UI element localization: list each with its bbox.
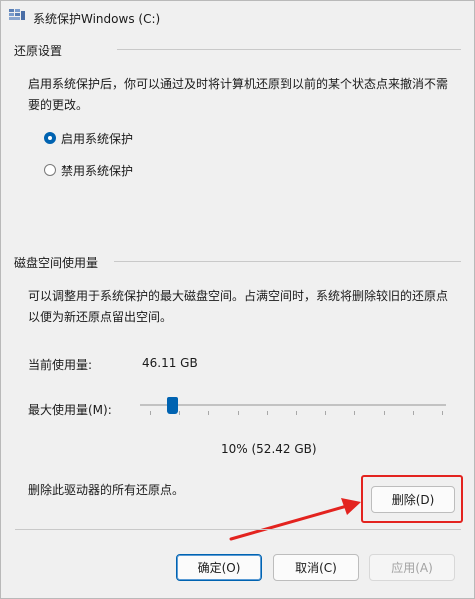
window-title: 系统保护Windows (C:) — [33, 12, 161, 26]
current-usage-value: 46.11 GB — [142, 356, 198, 370]
cancel-button[interactable]: 取消(C) — [273, 554, 359, 581]
disk-usage-description: 可以调整用于系统保护的最大磁盘空间。占满空间时，系统将删除较旧的还原点以便为新还… — [28, 289, 449, 324]
slider-tick — [208, 411, 210, 415]
section-divider — [117, 49, 461, 50]
slider-tick — [296, 411, 297, 415]
slider-thumb[interactable] — [166, 397, 178, 414]
max-usage-slider[interactable] — [139, 397, 447, 427]
annotation-arrow-icon — [229, 498, 361, 541]
slider-tick — [383, 411, 385, 415]
slider-track[interactable] — [140, 404, 446, 406]
disk-usage-heading: 磁盘空间使用量 — [14, 256, 99, 270]
section-divider — [114, 261, 461, 262]
max-usage-caption: 10% (52.42 GB) — [221, 442, 317, 456]
slider-tick — [412, 411, 414, 415]
slider-tick — [354, 411, 356, 415]
radio-label: 启用系统保护 — [61, 131, 134, 146]
delete-restore-points-text: 删除此驱动器的所有还原点。 — [28, 483, 185, 497]
slider-tick — [179, 411, 181, 415]
apply-button[interactable]: 应用(A) — [369, 554, 455, 581]
footer-divider — [15, 529, 461, 530]
slider-tick — [237, 411, 239, 415]
system-protection-icon — [9, 9, 25, 20]
current-usage-label: 当前使用量: — [28, 358, 93, 372]
restore-settings-description: 启用系统保护后，你可以通过及时将计算机还原到以前的某个状态点来撤消不需要的更改。 — [28, 77, 449, 112]
radio-button-checked[interactable] — [44, 132, 56, 144]
title-bar: 系统保护Windows (C:) — [1, 1, 474, 33]
annotation-highlight-box — [361, 475, 463, 523]
slider-tick — [442, 411, 443, 415]
system-protection-dialog: 系统保护Windows (C:) 还原设置 启用系统保护后，你可以通过及时将计算… — [0, 0, 475, 599]
restore-settings-heading: 还原设置 — [14, 44, 63, 58]
slider-tick — [266, 411, 268, 415]
slider-tick — [325, 411, 327, 415]
slider-tick — [150, 411, 151, 415]
radio-disable-protection[interactable]: 禁用系统保护 — [44, 162, 133, 178]
ok-button[interactable]: 确定(O) — [176, 554, 262, 581]
radio-enable-protection[interactable]: 启用系统保护 — [44, 130, 133, 146]
radio-label: 禁用系统保护 — [61, 163, 134, 178]
radio-button-unchecked[interactable] — [44, 164, 56, 176]
max-usage-label: 最大使用量(M): — [28, 403, 112, 417]
